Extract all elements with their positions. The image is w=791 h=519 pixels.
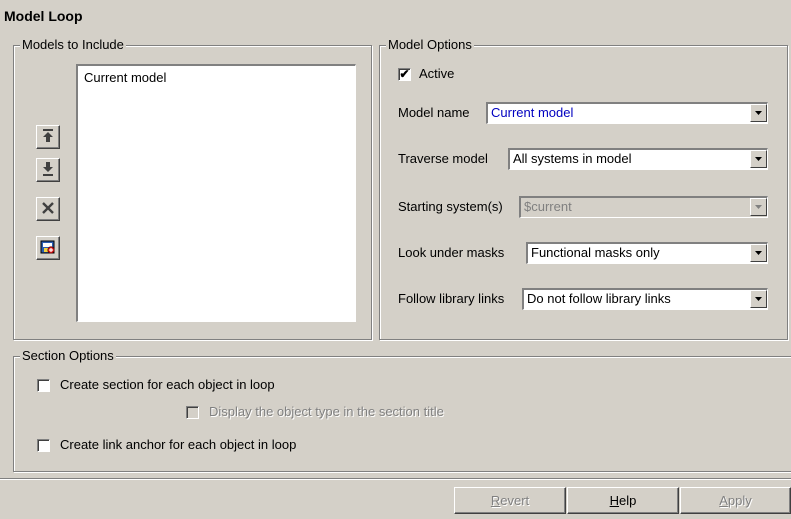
model-options-legend: Model Options <box>386 37 474 53</box>
move-up-button[interactable] <box>36 125 60 149</box>
list-item[interactable]: Current model <box>84 70 166 85</box>
follow-library-links-dropdown[interactable]: Do not follow library links <box>522 288 768 310</box>
follow-library-links-label: Follow library links <box>398 291 505 306</box>
look-under-masks-value: Functional masks only <box>531 245 660 260</box>
model-name-label: Model name <box>398 105 470 120</box>
revert-mnemonic: R <box>490 493 501 508</box>
chevron-down-icon[interactable] <box>750 244 767 262</box>
apply-button[interactable]: Apply <box>680 487 791 514</box>
apply-label: pply <box>727 493 752 508</box>
help-mnemonic: H <box>609 493 620 508</box>
starting-systems-dropdown[interactable]: $current <box>519 196 768 218</box>
create-anchor-checkbox[interactable] <box>37 439 50 452</box>
traverse-model-dropdown[interactable]: All systems in model <box>508 148 768 170</box>
apply-mnemonic: A <box>719 493 728 508</box>
models-listbox[interactable]: Current model <box>76 64 356 322</box>
active-label: Active <box>419 66 455 81</box>
move-down-button[interactable] <box>36 158 60 182</box>
chevron-down-icon[interactable] <box>750 150 767 168</box>
traverse-model-value: All systems in model <box>513 151 632 166</box>
traverse-model-label: Traverse model <box>398 151 488 166</box>
revert-label: evert <box>500 493 530 508</box>
help-button[interactable]: Help <box>567 487 679 514</box>
active-checkbox[interactable]: ✔ <box>398 68 411 81</box>
look-under-masks-label: Look under masks <box>398 245 505 260</box>
add-model-icon <box>40 239 56 258</box>
models-to-include-legend: Models to Include <box>20 37 126 53</box>
model-name-value: Current model <box>491 105 574 120</box>
display-type-label: Display the object type in the section t… <box>209 404 444 419</box>
delete-button[interactable] <box>36 197 60 221</box>
create-anchor-label: Create link anchor for each object in lo… <box>60 437 297 452</box>
display-type-checkbox[interactable] <box>186 406 199 419</box>
look-under-masks-dropdown[interactable]: Functional masks only <box>526 242 768 264</box>
move-up-icon <box>42 128 54 146</box>
move-down-icon <box>42 161 54 179</box>
create-section-checkbox[interactable] <box>37 379 50 392</box>
revert-button[interactable]: Revert <box>454 487 566 514</box>
help-label: elp <box>619 493 637 508</box>
create-section-label: Create section for each object in loop <box>60 377 275 392</box>
section-options-legend: Section Options <box>20 348 116 364</box>
starting-systems-value: $current <box>524 199 572 214</box>
starting-systems-label: Starting system(s) <box>398 199 503 214</box>
add-model-button[interactable] <box>36 236 60 260</box>
bottom-separator <box>0 478 791 480</box>
follow-library-links-value: Do not follow library links <box>527 291 671 306</box>
model-name-dropdown[interactable]: Current model <box>486 102 768 124</box>
chevron-down-icon[interactable] <box>750 104 767 122</box>
chevron-down-icon[interactable] <box>750 290 767 308</box>
page-title: Model Loop <box>4 8 83 24</box>
chevron-down-icon[interactable] <box>750 198 767 216</box>
delete-icon <box>41 201 55 218</box>
